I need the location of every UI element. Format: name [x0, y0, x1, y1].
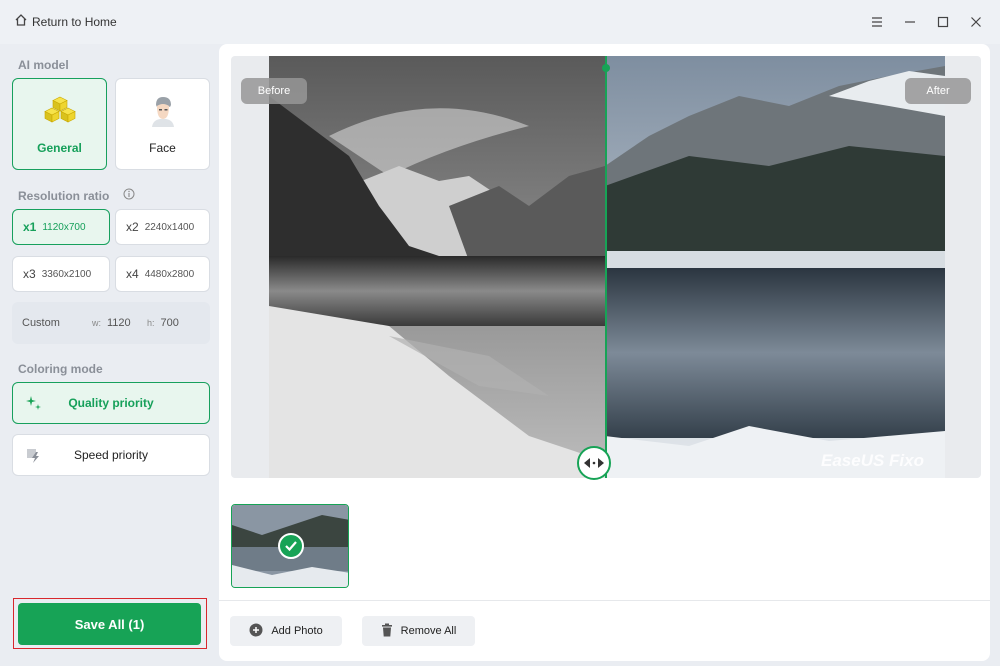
- custom-label: Custom: [22, 317, 60, 329]
- coloring-mode-title: Coloring mode: [18, 362, 103, 376]
- drag-arrows-icon: [584, 458, 604, 468]
- watermark: EaseUS Fixo: [821, 451, 924, 470]
- remove-all-label: Remove All: [400, 625, 457, 637]
- resolution-title-row: Resolution ratio: [18, 188, 135, 203]
- compare-divider[interactable]: [605, 56, 607, 478]
- return-home-link[interactable]: Return to Home: [14, 13, 117, 30]
- info-icon[interactable]: [123, 188, 135, 203]
- resolution-multiplier: x3: [23, 267, 36, 281]
- toolbar-divider: [219, 600, 990, 601]
- remove-all-button[interactable]: Remove All: [362, 616, 475, 646]
- title-bar: Return to Home: [0, 0, 1000, 44]
- resolution-title: Resolution ratio: [18, 188, 110, 203]
- close-button[interactable]: [959, 10, 992, 34]
- resolution-x3-card[interactable]: x3 3360x2100: [12, 256, 110, 292]
- maximize-button[interactable]: [926, 10, 959, 34]
- save-all-button[interactable]: Save All (1): [18, 603, 201, 645]
- quality-priority-option[interactable]: Quality priority: [12, 382, 210, 424]
- sparkle-icon: [25, 394, 43, 415]
- width-value[interactable]: 1120: [107, 317, 147, 329]
- menu-button[interactable]: [860, 10, 893, 34]
- resolution-x2-card[interactable]: x2 2240x1400: [115, 209, 210, 245]
- trash-icon: [381, 623, 393, 640]
- add-photo-button[interactable]: Add Photo: [230, 616, 342, 646]
- resolution-size: 1120x700: [42, 221, 86, 233]
- height-label: h:: [147, 318, 155, 328]
- add-icon: [249, 623, 263, 640]
- resolution-multiplier: x2: [126, 220, 139, 234]
- speed-priority-option[interactable]: Speed priority: [12, 434, 210, 476]
- photo-thumbnail[interactable]: [231, 504, 349, 588]
- model-face-card[interactable]: Face: [115, 78, 210, 170]
- ai-model-title: AI model: [18, 58, 69, 72]
- resolution-size: 3360x2100: [41, 268, 92, 280]
- compare-slider-handle[interactable]: [577, 446, 611, 480]
- width-label: w:: [92, 318, 101, 328]
- before-tag: Before: [241, 78, 307, 104]
- face-icon: [148, 95, 178, 130]
- lightning-icon: [25, 446, 43, 467]
- model-face-label: Face: [149, 141, 176, 155]
- resolution-multiplier: x4: [126, 267, 139, 281]
- resolution-size: 2240x1400: [144, 221, 195, 233]
- minimize-icon: [904, 21, 915, 23]
- custom-resolution[interactable]: Custom w: 1120 h: 700: [12, 302, 210, 344]
- return-home-label: Return to Home: [32, 14, 117, 29]
- resolution-x4-card[interactable]: x4 4480x2800: [115, 256, 210, 292]
- cubes-icon: [43, 95, 77, 130]
- home-icon: [14, 13, 28, 30]
- after-tag: After: [905, 78, 971, 104]
- close-icon: [970, 17, 981, 27]
- divider-top-dot: [602, 64, 610, 72]
- model-general-label: General: [37, 141, 82, 155]
- resolution-x1-card[interactable]: x1 1120x700: [12, 209, 110, 245]
- comparison-preview[interactable]: Before After EaseUS Fixo: [231, 56, 981, 478]
- landscape-photo: [269, 56, 945, 478]
- resolution-multiplier: x1: [23, 220, 37, 234]
- add-photo-label: Add Photo: [271, 625, 323, 637]
- height-value[interactable]: 700: [161, 317, 179, 329]
- selected-check-icon: [278, 533, 304, 559]
- resolution-size: 4480x2800: [144, 268, 195, 280]
- model-general-card[interactable]: General: [12, 78, 107, 170]
- minimize-button[interactable]: [893, 10, 926, 34]
- settings-sidebar: AI model General Face Resolution ratio x…: [0, 44, 218, 666]
- main-panel: Before After EaseUS Fixo Add Photo Remov…: [219, 44, 990, 661]
- menu-icon: [871, 17, 882, 27]
- maximize-icon: [937, 16, 948, 28]
